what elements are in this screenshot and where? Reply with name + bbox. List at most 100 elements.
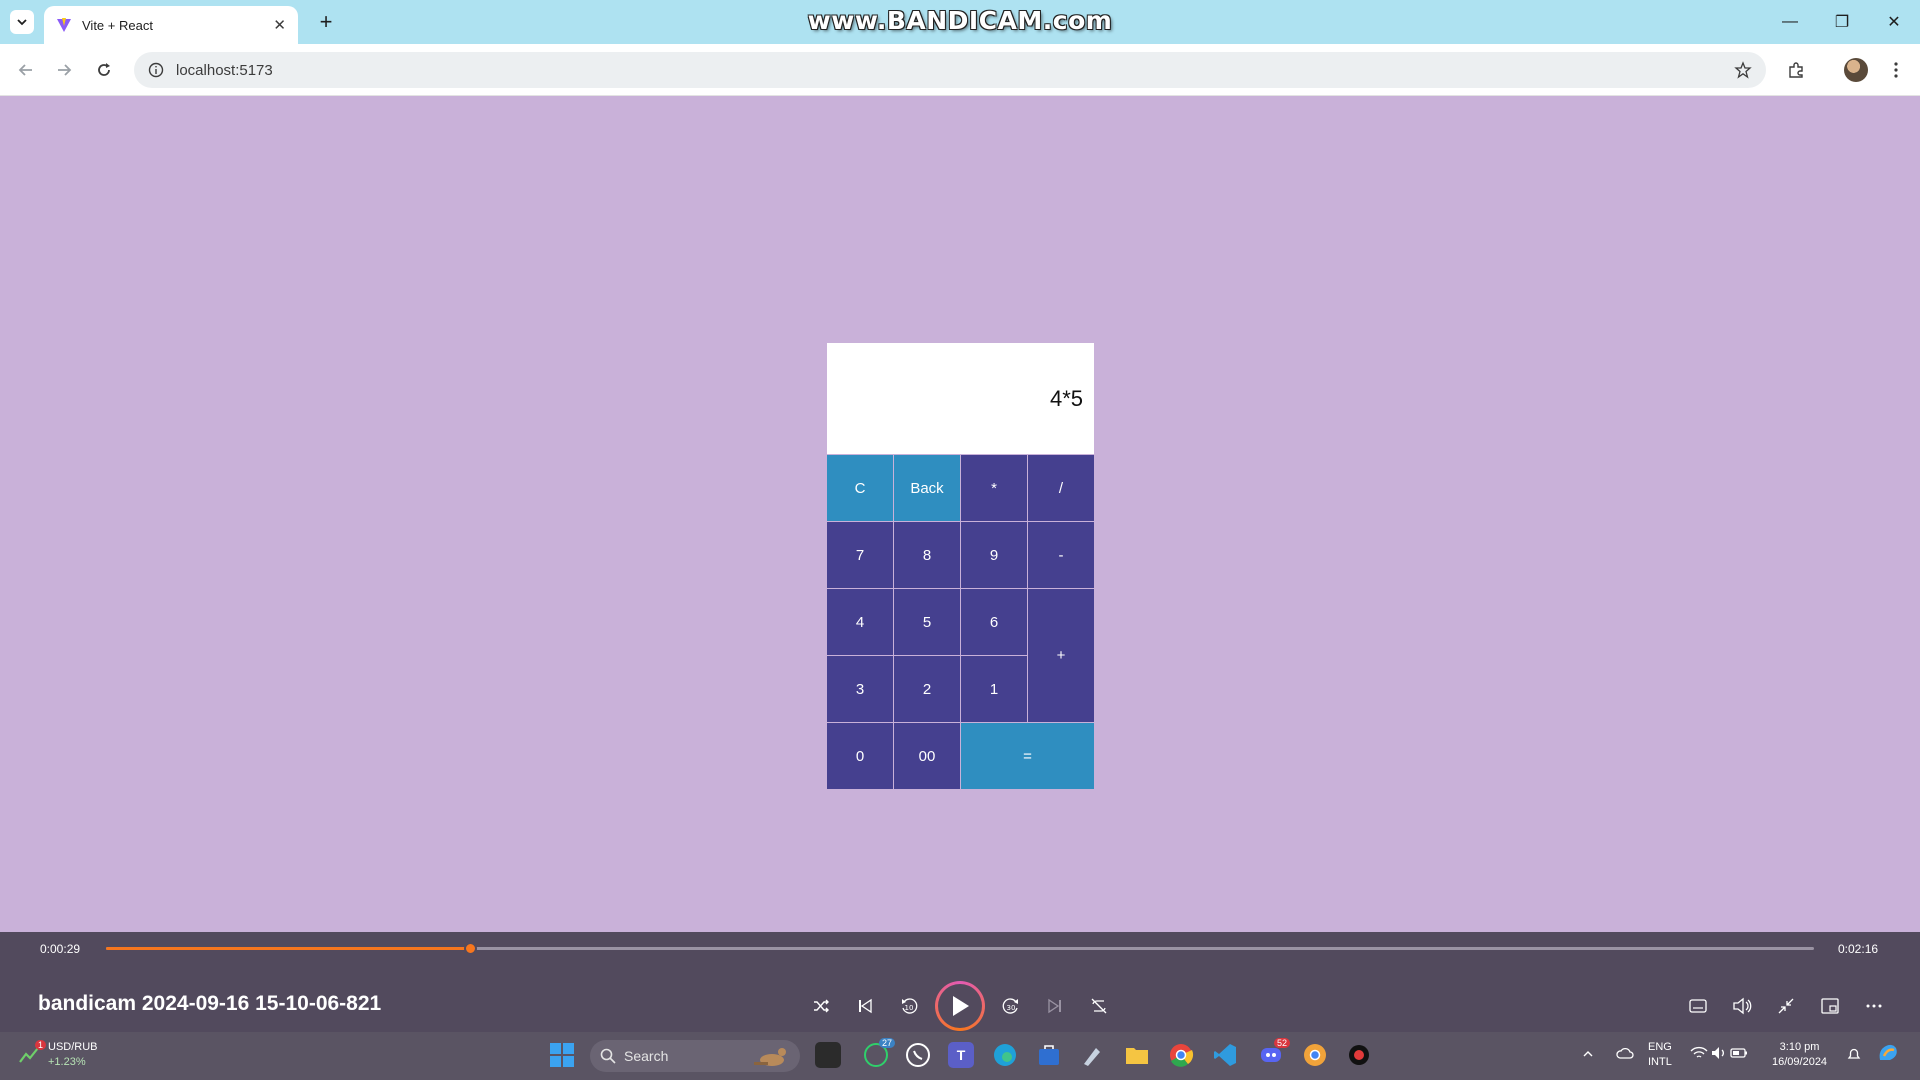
repeat-button[interactable]	[1085, 992, 1113, 1020]
address-bar[interactable]: localhost:5173	[134, 52, 1766, 88]
media-player: 0:00:29 0:02:16 bandicam 2024-09-16 15-1…	[0, 932, 1920, 1032]
clear-button[interactable]: C	[827, 455, 893, 521]
taskbar-chrome-dev[interactable]	[1302, 1042, 1328, 1068]
close-window-button[interactable]: ✕	[1868, 0, 1920, 44]
volume-button[interactable]	[1728, 992, 1756, 1020]
previous-button[interactable]	[851, 992, 879, 1020]
chevron-up-icon	[1583, 1051, 1593, 1057]
taskbar-whatsapp[interactable]	[905, 1042, 931, 1068]
media-title: bandicam 2024-09-16 15-10-06-821	[38, 992, 382, 1015]
reload-button[interactable]	[90, 56, 118, 84]
cloud-icon	[1616, 1047, 1634, 1059]
copilot-icon	[1879, 1044, 1897, 1060]
taskbar-paint[interactable]	[1080, 1042, 1106, 1068]
back-button[interactable]	[12, 56, 40, 84]
chrome-dev-icon	[1304, 1044, 1326, 1066]
digit-5-button[interactable]: 5	[894, 589, 960, 655]
minimize-button[interactable]: —	[1764, 0, 1816, 44]
stock-chart-icon: 1	[18, 1040, 46, 1066]
vscode-icon	[1214, 1044, 1236, 1066]
stock-widget[interactable]: 1 USD/RUB +1.23%	[18, 1040, 98, 1070]
digit-9-button[interactable]: 9	[961, 522, 1027, 588]
multiply-button[interactable]: *	[961, 455, 1027, 521]
captions-button[interactable]	[1684, 992, 1712, 1020]
quick-settings-button[interactable]	[1690, 1046, 1748, 1065]
search-placeholder: Search	[624, 1048, 669, 1064]
clock[interactable]: 3:10 pm 16/09/2024	[1772, 1040, 1827, 1070]
double-zero-button[interactable]: 00	[894, 723, 960, 789]
paint-icon	[1084, 1048, 1100, 1066]
digit-2-button[interactable]: 2	[894, 656, 960, 722]
page-viewport: 4*5 C Back * / 7 8 9 - 4 5 6 + 3 2 1 0 0…	[0, 97, 1920, 932]
taskbar-file-icon[interactable]	[815, 1042, 841, 1068]
avatar	[1844, 58, 1868, 82]
folder-icon	[1126, 1048, 1148, 1064]
language-code: ENG	[1648, 1041, 1672, 1053]
digit-3-button[interactable]: 3	[827, 656, 893, 722]
forward-button[interactable]	[50, 56, 78, 84]
copilot-button[interactable]	[1876, 1042, 1900, 1069]
play-button[interactable]	[935, 981, 985, 1031]
taskbar-vscode[interactable]	[1212, 1042, 1238, 1068]
exit-fullscreen-button[interactable]	[1772, 992, 1800, 1020]
seek-bar-thumb[interactable]	[463, 942, 477, 955]
window-controls: — ❐ ✕	[1764, 0, 1920, 44]
digit-1-button[interactable]: 1	[961, 656, 1027, 722]
next-button[interactable]	[1041, 992, 1069, 1020]
taskbar-bandicam[interactable]	[1346, 1042, 1372, 1068]
shuffle-button[interactable]	[807, 992, 835, 1020]
taskbar-discord[interactable]: 52	[1258, 1038, 1290, 1068]
taskbar-file-explorer[interactable]	[1124, 1042, 1150, 1068]
browser-toolbar: localhost:5173	[0, 44, 1920, 96]
extensions-button[interactable]	[1782, 56, 1810, 84]
bookmark-star-icon[interactable]	[1734, 61, 1752, 79]
taskbar-chrome[interactable]	[1168, 1042, 1194, 1068]
speaker-icon	[1712, 1047, 1725, 1059]
reload-icon	[98, 63, 110, 76]
start-button[interactable]	[549, 1042, 575, 1068]
digit-4-button[interactable]: 4	[827, 589, 893, 655]
taskbar-teams[interactable]: T	[948, 1042, 974, 1068]
divide-button[interactable]: /	[1028, 455, 1094, 521]
miniplayer-button[interactable]	[1816, 992, 1844, 1020]
puzzle-icon	[1789, 62, 1803, 78]
skip-next-icon	[1048, 998, 1061, 1014]
player-more-button[interactable]	[1860, 992, 1888, 1020]
language-indicator[interactable]: ENG INTL	[1648, 1040, 1672, 1070]
forward-30-button[interactable]: 30	[997, 992, 1025, 1020]
skip-previous-icon	[859, 998, 872, 1014]
repeat-off-icon	[1091, 998, 1107, 1014]
taskbar-edge[interactable]	[992, 1042, 1018, 1068]
taskbar-whatsapp-business[interactable]: 27	[863, 1038, 895, 1068]
widget-badge: 1	[34, 1040, 46, 1050]
taskbar-search[interactable]: Search	[590, 1040, 800, 1072]
record-icon	[1349, 1045, 1369, 1065]
restore-button[interactable]: ❐	[1816, 0, 1868, 44]
show-hidden-icons-button[interactable]	[1582, 1048, 1594, 1065]
backspace-button[interactable]: Back	[894, 455, 960, 521]
keyboard-layout: INTL	[1648, 1056, 1672, 1068]
seek-bar-progress	[106, 947, 470, 950]
taskbar-store[interactable]	[1036, 1042, 1062, 1068]
minus-button[interactable]: -	[1028, 522, 1094, 588]
teams-icon: T	[957, 1047, 966, 1063]
site-info-icon[interactable]	[148, 62, 164, 78]
collapse-icon	[1778, 998, 1794, 1014]
notifications-button[interactable]	[1846, 1046, 1862, 1067]
shuffle-icon	[814, 999, 829, 1013]
arrow-right-icon	[58, 64, 72, 76]
battery-icon	[1730, 1048, 1748, 1058]
browser-menu-button[interactable]	[1882, 56, 1910, 84]
svg-text:10: 10	[905, 1004, 914, 1012]
digit-6-button[interactable]: 6	[961, 589, 1027, 655]
onedrive-button[interactable]	[1616, 1046, 1634, 1065]
rewind-10-button[interactable]: 10	[895, 992, 923, 1020]
digit-8-button[interactable]: 8	[894, 522, 960, 588]
equals-button[interactable]: =	[961, 723, 1094, 789]
digit-7-button[interactable]: 7	[827, 522, 893, 588]
plus-button[interactable]: +	[1028, 589, 1094, 722]
digit-0-button[interactable]: 0	[827, 723, 893, 789]
clock-date: 16/09/2024	[1772, 1056, 1828, 1068]
profile-button[interactable]	[1842, 56, 1870, 84]
seek-bar[interactable]	[106, 942, 1814, 955]
